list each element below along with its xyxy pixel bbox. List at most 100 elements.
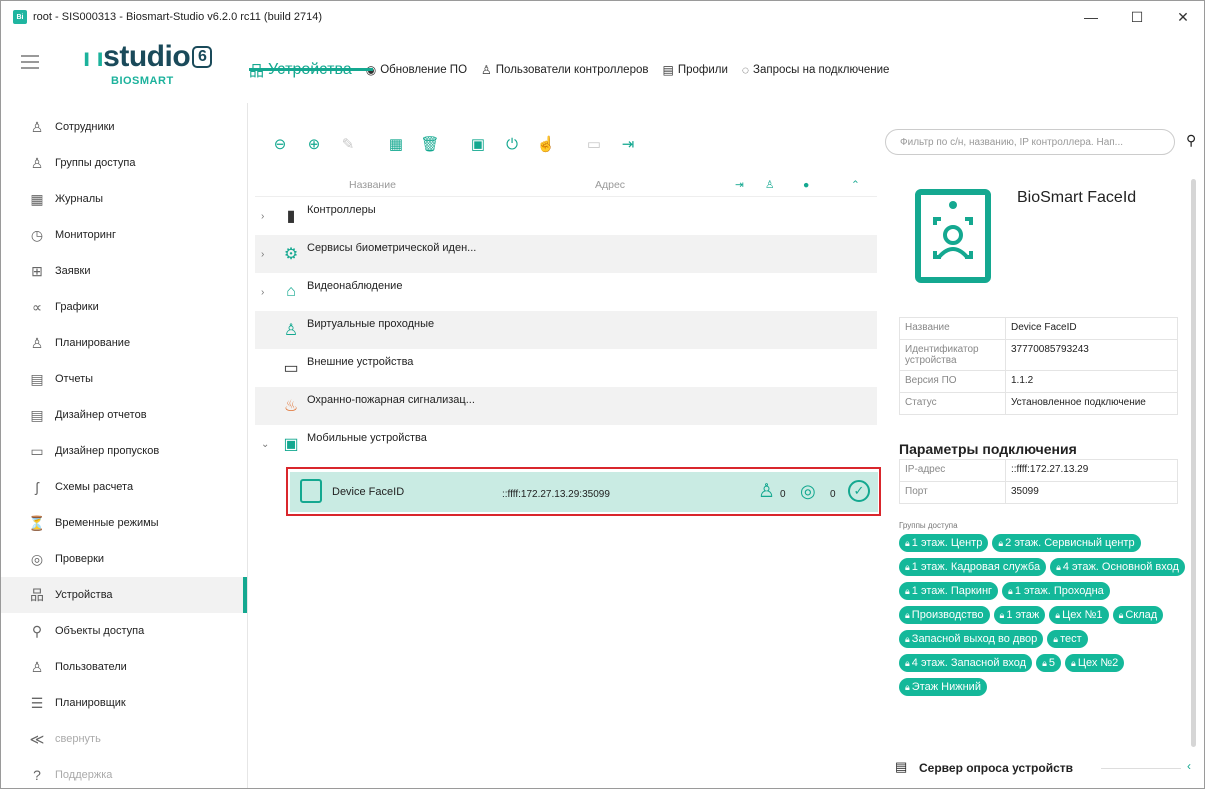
tree-row[interactable]: › ⌂ Видеонаблюдение	[255, 273, 877, 311]
device-tree-grid: Название Адрес ⇥ ♙ ● ⌃ › ▮ Контроллеры › ⚙ Се…	[255, 171, 877, 463]
access-group-chip[interactable]: 🔒︎ тест	[1047, 630, 1088, 648]
maximize-button[interactable]: ☐	[1114, 1, 1160, 33]
access-group-chip[interactable]: 🔒︎ 1 этаж. Проходна	[1002, 582, 1110, 600]
expand-chevron-icon[interactable]: ⌄	[261, 439, 269, 450]
chevron-left-icon[interactable]: ‹	[1187, 759, 1191, 773]
sidebar-item-label: Сотрудники	[55, 121, 115, 133]
sidebar-item-icon: ▭	[30, 442, 44, 459]
access-group-chip[interactable]: 🔒︎ 1 этаж. Центр	[899, 534, 989, 552]
sidebar-item-7[interactable]: ▤ Отчеты	[1, 361, 247, 397]
access-group-chip[interactable]: 🔒︎ Этаж Нижний	[899, 678, 987, 696]
power-button[interactable]: ⏻	[501, 133, 523, 155]
sidebar-item-label: Дизайнер отчетов	[55, 409, 147, 421]
face-button[interactable]: ▣	[467, 133, 489, 155]
polling-server-section[interactable]: ▤ Сервер опроса устройств ‹	[889, 757, 1199, 779]
edit-button[interactable]: ✎	[337, 133, 359, 155]
tab-label: Пользователи контроллеров	[495, 64, 649, 76]
access-group-label: Цех №2	[1077, 657, 1119, 669]
device-row-faceid[interactable]: Device FaceID ::ffff:172.27.13.29:35099 …	[290, 472, 878, 512]
property-value: Device FaceID	[1005, 317, 1178, 340]
expand-chevron-icon[interactable]: ›	[261, 287, 264, 298]
polling-server-label: Сервер опроса устройств	[919, 761, 1074, 775]
tab-update[interactable]: ◉Обновление ПО	[366, 63, 467, 77]
access-group-chip[interactable]: 🔒︎ 1 этаж. Паркинг	[899, 582, 999, 600]
tab-user[interactable]: ♙ Пользователи контроллеров	[481, 63, 648, 77]
export-button[interactable]: ⇥	[617, 133, 639, 155]
sidebar-item-13[interactable]: 品 Устройства	[1, 577, 247, 613]
tab-profile[interactable]: ▤ Профили	[662, 63, 727, 77]
sidebar-item-0[interactable]: ♙ Сотрудники	[1, 109, 247, 145]
property-key: Статус	[899, 392, 1006, 415]
tree-row[interactable]: ⌄ ▣ Мобильные устройства	[255, 425, 877, 463]
search-icon[interactable]: ⚲	[1186, 132, 1196, 149]
sidebar-item-10[interactable]: ʃ Схемы расчета	[1, 469, 247, 505]
fire-alarm-icon: ♨	[283, 398, 299, 415]
access-group-chip[interactable]: 🔒︎ Цех №2	[1065, 654, 1125, 672]
column-status-icon[interactable]: ⌃	[851, 179, 860, 191]
column-connect-icon[interactable]: ⇥	[735, 179, 744, 191]
access-group-chip[interactable]: 🔒︎ Склад	[1112, 606, 1164, 624]
sidebar-item-1[interactable]: ♙ Группы доступа	[1, 145, 247, 181]
sidebar-item-15[interactable]: ♙ Пользователи	[1, 649, 247, 685]
assign-icon: ▦	[388, 136, 404, 153]
zoom-out-button[interactable]: ⊖	[269, 133, 291, 155]
tab-request[interactable]: ◌ Запросы на подключение	[742, 63, 890, 77]
sidebar-item-16[interactable]: ☰ Планировщик	[1, 685, 247, 721]
column-address-header[interactable]: Адрес	[595, 179, 625, 191]
hamburger-menu-icon[interactable]	[21, 55, 39, 69]
sidebar-item-17[interactable]: ≪ свернуть	[1, 721, 247, 757]
access-group-chip[interactable]: 🔒︎ Производство	[899, 606, 990, 624]
app-icon: Bi	[13, 10, 27, 24]
access-group-chip[interactable]: 🔒︎ 1 этаж	[993, 606, 1046, 624]
minimize-button[interactable]: —	[1068, 1, 1114, 33]
sidebar-item-2[interactable]: ▦ Журналы	[1, 181, 247, 217]
add-button[interactable]: ⊕	[303, 133, 325, 155]
column-name-header[interactable]: Название	[349, 179, 396, 191]
tree-row[interactable]: › ▮ Контроллеры	[255, 197, 877, 235]
column-users-icon[interactable]: ♙	[765, 179, 774, 191]
access-group-chip[interactable]: 🔒︎ Цех №1	[1049, 606, 1109, 624]
tree-row-label: Контроллеры	[307, 204, 376, 216]
external-devices-icon: ▭	[283, 360, 299, 377]
tree-row[interactable]: ♨ Охранно-пожарная сигнализац...	[255, 387, 877, 425]
sidebar-item-6[interactable]: ♙ Планирование	[1, 325, 247, 361]
tree-row[interactable]: ▭ Внешние устройства	[255, 349, 877, 387]
close-button[interactable]: ✕	[1160, 1, 1204, 33]
sidebar-item-14[interactable]: ⚲ Объекты доступа	[1, 613, 247, 649]
delete-button[interactable]: 🗑	[419, 133, 441, 155]
sidebar-item-11[interactable]: ⏳ Временные режимы	[1, 505, 247, 541]
access-group-chip[interactable]: 🔒︎ 4 этаж. Запасной вход	[899, 654, 1033, 672]
column-fingerprint-icon[interactable]: ●	[803, 179, 809, 191]
expand-chevron-icon[interactable]: ›	[261, 211, 264, 222]
sidebar-item-8[interactable]: ▤ Дизайнер отчетов	[1, 397, 247, 433]
sidebar-item-5[interactable]: ∝ Графики	[1, 289, 247, 325]
sidebar-item-9[interactable]: ▭ Дизайнер пропусков	[1, 433, 247, 469]
faceid-device-icon	[915, 189, 991, 283]
export-icon: ⇥	[621, 136, 635, 153]
search-input[interactable]: Фильтр по с/н, названию, IP контроллера.…	[885, 129, 1175, 155]
access-group-chip[interactable]: 🔒︎ Запасной выход во двор	[899, 630, 1044, 648]
access-group-chip[interactable]: 🔒︎ 1 этаж. Кадровая служба	[899, 558, 1047, 576]
sidebar-item-label: Пользователи	[55, 661, 127, 673]
access-group-label: 4 этаж. Запасной вход	[911, 657, 1027, 669]
sidebar-item-12[interactable]: ◎ Проверки	[1, 541, 247, 577]
assign-button[interactable]: ▦	[385, 133, 407, 155]
sidebar-item-label: Схемы расчета	[55, 481, 134, 493]
expand-chevron-icon[interactable]: ›	[261, 249, 264, 260]
hand-button[interactable]: ☝	[535, 133, 557, 155]
card-button[interactable]: ▭	[583, 133, 605, 155]
tree-row[interactable]: › ⚙ Сервисы биометрической иден...	[255, 235, 877, 273]
access-group-chip[interactable]: 🔒︎ 4 этаж. Основной вход	[1050, 558, 1185, 576]
tree-row[interactable]: ♙ Виртуальные проходные	[255, 311, 877, 349]
access-group-chip[interactable]: 🔒︎ 5	[1036, 654, 1062, 672]
power-icon: ⏻	[506, 135, 518, 153]
details-scrollbar[interactable]	[1191, 179, 1196, 747]
lock-icon: 🔒︎	[1008, 586, 1013, 596]
sidebar-item-4[interactable]: ⊞ Заявки	[1, 253, 247, 289]
sidebar-item-18[interactable]: ? Поддержка	[1, 757, 247, 788]
access-group-chip[interactable]: 🔒︎ 2 этаж. Сервисный центр	[992, 534, 1141, 552]
property-key: IP-адрес	[899, 459, 1006, 482]
server-icon: ▤	[895, 759, 908, 774]
device-name: Device FaceID	[332, 486, 405, 498]
sidebar-item-3[interactable]: ◷ Мониторинг	[1, 217, 247, 253]
